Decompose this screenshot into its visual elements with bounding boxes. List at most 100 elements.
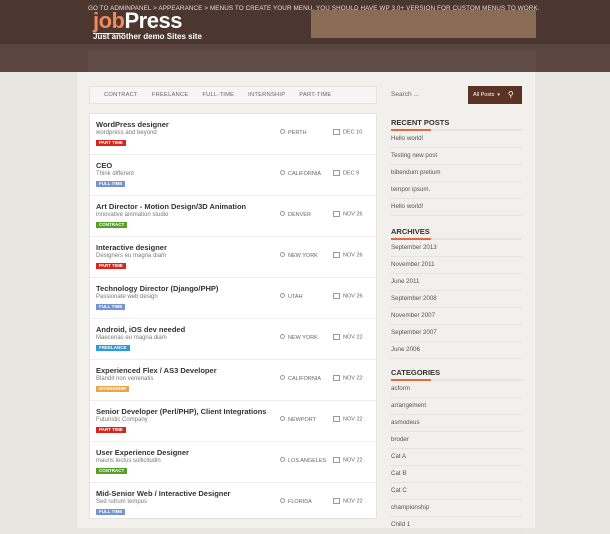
job-location-text: California: [288, 171, 322, 177]
archives-title: Archives: [391, 227, 430, 236]
pin-icon: [280, 334, 285, 339]
job-location: Los Angeles: [280, 457, 326, 464]
job-row[interactable]: Art Director - Motion Design/3D Animatio…: [90, 196, 376, 237]
job-company: Blandit non venenatis: [96, 376, 154, 382]
job-type-badge: Contract: [96, 222, 128, 228]
calendar-icon: [333, 129, 340, 135]
recent-item[interactable]: Hello world!: [391, 199, 522, 216]
job-row[interactable]: Technology Director (Django/PHP) Passion…: [90, 278, 376, 319]
chevron-down-icon: ▾: [497, 92, 500, 98]
calendar-icon: [333, 334, 340, 340]
tab-freelance[interactable]: Freelance: [152, 92, 189, 98]
job-row[interactable]: Interactive designer Designers eu magna …: [90, 237, 376, 278]
archives-item[interactable]: September 2007: [391, 325, 522, 342]
job-row[interactable]: Senior Developer (Perl/PHP), Client Inte…: [90, 401, 376, 442]
job-date-text: Nov 22: [343, 457, 363, 464]
tab-contract[interactable]: Contract: [104, 92, 138, 98]
job-title[interactable]: Mid-Senior Web / Interactive Designer: [96, 489, 230, 498]
job-title[interactable]: User Experience Designer: [96, 448, 189, 457]
job-title[interactable]: Interactive designer: [96, 243, 167, 252]
job-row[interactable]: User Experience Designer mauris lectus s…: [90, 442, 376, 483]
job-location-text: California: [288, 376, 322, 382]
categories-title: Categories: [391, 368, 441, 377]
job-location-text: New York: [288, 253, 318, 259]
job-location: Newport: [280, 416, 316, 423]
job-company: Designers eu magna diam: [96, 253, 167, 259]
notice-stripe: [88, 50, 536, 72]
categories-item[interactable]: Cat A: [391, 449, 522, 466]
job-location-text: Newport: [288, 417, 317, 423]
categories-item[interactable]: broder: [391, 432, 522, 449]
archives-item[interactable]: June 2006: [391, 342, 522, 359]
job-date: Nov 22: [333, 498, 363, 504]
job-location: California: [280, 170, 321, 177]
archives-item[interactable]: November 2011: [391, 257, 522, 274]
job-row[interactable]: Android, iOS dev needed Maecenas eu magn…: [90, 319, 376, 360]
job-title[interactable]: Technology Director (Django/PHP): [96, 284, 218, 293]
categories-item[interactable]: acform: [391, 381, 522, 398]
categories-item[interactable]: asmodeus: [391, 415, 522, 432]
archives-item[interactable]: September 2008: [391, 291, 522, 308]
job-location: Utah: [280, 293, 303, 300]
job-row[interactable]: WordPress designer wordpress and beyond …: [90, 114, 376, 155]
recent-item[interactable]: bibendum pretium: [391, 165, 522, 182]
tab-full-time[interactable]: Full-Time: [202, 92, 234, 98]
search-button[interactable]: All Posts ▾ ⚲: [468, 86, 522, 104]
job-date: Nov 22: [333, 416, 363, 422]
archives-item[interactable]: June 2011: [391, 274, 522, 291]
categories-item[interactable]: Cat C: [391, 483, 522, 500]
job-title[interactable]: Android, iOS dev needed: [96, 325, 185, 334]
categories-item[interactable]: arrangement: [391, 398, 522, 415]
pin-icon: [280, 170, 285, 175]
categories-item[interactable]: Child 1: [391, 517, 522, 534]
recent-item[interactable]: Testing new post: [391, 148, 522, 165]
recent-item[interactable]: Hello world!: [391, 131, 522, 148]
search-input[interactable]: Search ...: [391, 91, 419, 98]
job-title[interactable]: Experienced Flex / AS3 Developer: [96, 366, 217, 375]
job-type-badge: Contract: [96, 468, 128, 474]
menu-notice-text: Go to Adminpanel > Appearance > Menus to…: [88, 5, 540, 12]
pin-icon: [280, 498, 285, 503]
job-row[interactable]: Experienced Flex / AS3 Developer Blandit…: [90, 360, 376, 401]
pin-icon: [280, 293, 285, 298]
tab-part-time[interactable]: Part-Time: [299, 92, 331, 98]
job-location: California: [280, 375, 321, 382]
job-type-badge: Part Time: [96, 140, 126, 146]
job-title[interactable]: WordPress designer: [96, 120, 169, 129]
job-date-text: Nov 26: [343, 252, 363, 259]
job-title[interactable]: CEO: [96, 161, 112, 170]
job-location: Florida: [280, 498, 312, 505]
job-type-badge: Full Time: [96, 509, 126, 515]
categories-item[interactable]: championship: [391, 500, 522, 517]
job-location: Perth: [280, 129, 307, 136]
archives-item[interactable]: September 2013: [391, 240, 522, 257]
pin-icon: [280, 211, 285, 216]
job-date-text: Nov 22: [343, 498, 363, 505]
job-location-text: Utah: [288, 294, 303, 300]
archives-item[interactable]: November 2007: [391, 308, 522, 325]
search-option[interactable]: All Posts: [468, 92, 494, 98]
job-type-badge: Part Time: [96, 427, 126, 433]
job-date: Nov 22: [333, 334, 363, 340]
job-location-text: Denver: [288, 212, 311, 218]
recent-item[interactable]: tempor ipsum.: [391, 182, 522, 199]
pin-icon: [280, 252, 285, 257]
job-location-text: Perth: [288, 130, 307, 136]
job-date: Dec 9: [333, 170, 359, 176]
tab-internship[interactable]: Internship: [248, 92, 285, 98]
categories-item[interactable]: Cat B: [391, 466, 522, 483]
pin-icon: [280, 416, 285, 421]
job-row[interactable]: Mid-Senior Web / Interactive Designer Se…: [90, 483, 376, 523]
job-company: Sed rutrum tempus: [96, 499, 148, 505]
job-type-badge: Full Time: [96, 181, 126, 187]
job-date-text: Dec 10: [343, 129, 363, 136]
pin-icon: [280, 457, 285, 462]
job-date-text: Nov 26: [343, 211, 363, 218]
calendar-icon: [333, 416, 340, 422]
calendar-icon: [333, 293, 340, 299]
job-title[interactable]: Art Director - Motion Design/3D Animatio…: [96, 202, 246, 211]
job-title[interactable]: Senior Developer (Perl/PHP), Client Inte…: [96, 407, 266, 416]
job-location-text: New York: [288, 335, 318, 341]
pin-icon: [280, 129, 285, 134]
job-row[interactable]: CEO Think different Full Time California…: [90, 155, 376, 196]
